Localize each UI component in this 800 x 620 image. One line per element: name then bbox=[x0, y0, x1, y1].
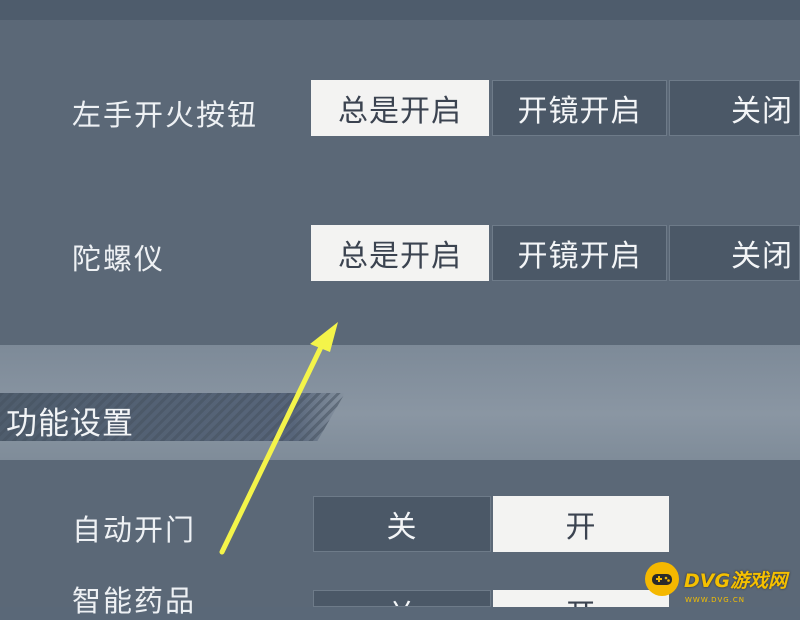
watermark-url: WWW.DVG.CN bbox=[685, 596, 746, 604]
arrow-shaft bbox=[219, 342, 325, 555]
gamepad-icon bbox=[645, 562, 679, 596]
watermark-logo: DVG游戏网 bbox=[645, 560, 795, 598]
annotation-arrow bbox=[219, 322, 338, 555]
arrow-head bbox=[310, 322, 338, 352]
watermark-brand: DVG游戏网 bbox=[684, 569, 788, 592]
